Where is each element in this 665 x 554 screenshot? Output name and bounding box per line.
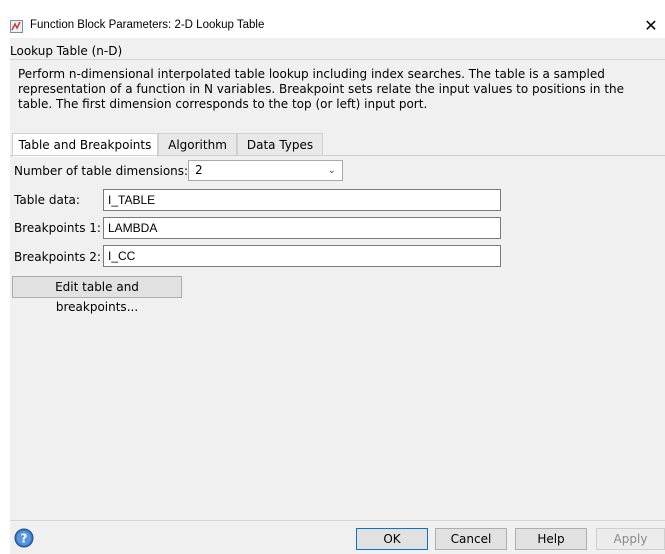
block-description: Perform n-dimensional interpolated table… (18, 67, 625, 111)
ok-button[interactable]: OK (356, 528, 428, 550)
tab-table-and-breakpoints[interactable]: Table and Breakpoints (12, 133, 158, 157)
breakpoints-1-label: Breakpoints 1: (14, 221, 101, 235)
window-title: Function Block Parameters: 2-D Lookup Ta… (30, 19, 265, 31)
help-button[interactable]: Help (515, 528, 587, 550)
breakpoints-1-field[interactable]: LAMBDA (103, 217, 501, 239)
table-data-label: Table data: (14, 193, 80, 207)
title-bar: Function Block Parameters: 2-D Lookup Ta… (0, 14, 665, 38)
help-circle-icon[interactable]: ? (14, 528, 34, 548)
tab-algorithm[interactable]: Algorithm (158, 133, 237, 155)
chevron-down-icon: ⌄ (327, 165, 336, 176)
tab-data-types[interactable]: Data Types (237, 133, 323, 155)
block-group-title: Lookup Table (n-D) (10, 44, 123, 58)
table-dimensions-label: Number of table dimensions: (14, 164, 189, 178)
table-data-field[interactable]: I_TABLE (103, 189, 501, 211)
table-dimensions-value: 2 (195, 163, 203, 177)
bottom-separator (10, 520, 665, 521)
cancel-button[interactable]: Cancel (435, 528, 507, 550)
group-separator (10, 59, 665, 60)
apply-button[interactable]: Apply (596, 528, 665, 550)
close-icon[interactable]: ✕ (641, 16, 661, 36)
breakpoints-2-label: Breakpoints 2: (14, 250, 101, 264)
simulink-block-icon (10, 20, 23, 33)
breakpoints-2-field[interactable]: I_CC (103, 245, 501, 267)
table-dimensions-select[interactable]: 2 ⌄ (188, 160, 343, 181)
svg-text:?: ? (21, 532, 28, 546)
edit-table-and-breakpoints-button[interactable]: Edit table and breakpoints... (12, 276, 182, 314)
